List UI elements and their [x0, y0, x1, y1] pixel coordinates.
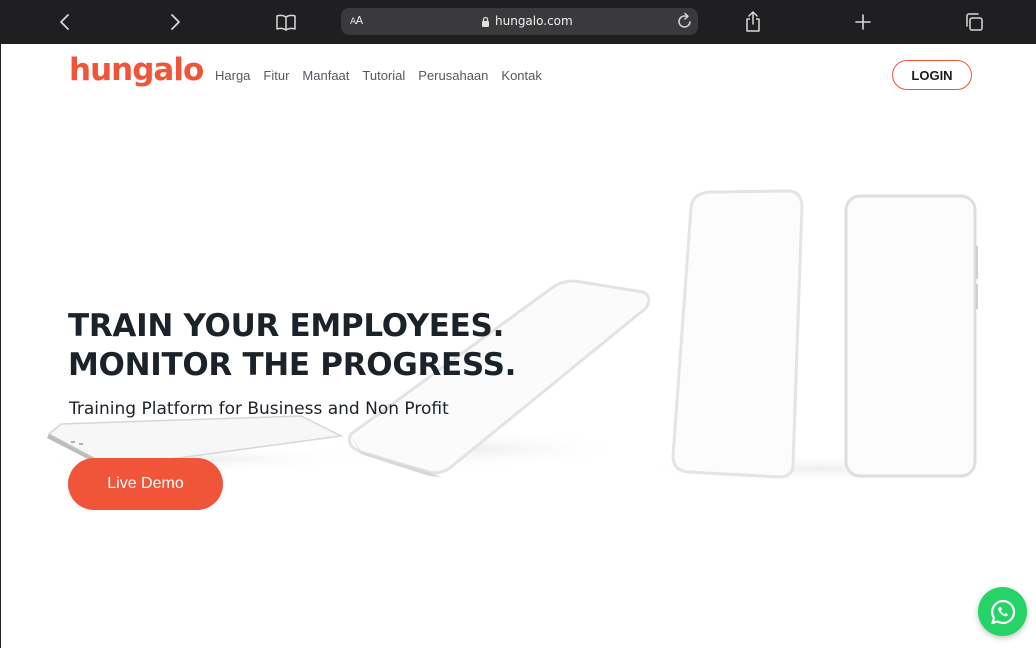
- forward-icon[interactable]: [163, 10, 187, 34]
- nav-perusahaan[interactable]: Perusahaan: [418, 68, 488, 83]
- lock-icon: [482, 16, 489, 27]
- headline-line-2: MONITOR THE PROGRESS.: [68, 347, 517, 383]
- hero-subtitle: Training Platform for Business and Non P…: [69, 399, 449, 419]
- url-field[interactable]: hungalo.com: [481, 14, 573, 28]
- hero-headline: TRAIN YOUR EMPLOYEES. MONITOR THE PROGRE…: [68, 307, 516, 385]
- phone-standing-2: [844, 194, 978, 478]
- url-text: hungalo.com: [495, 14, 573, 28]
- new-tab-icon[interactable]: [851, 10, 875, 34]
- share-icon[interactable]: [741, 10, 765, 34]
- back-icon[interactable]: [53, 10, 77, 34]
- address-bar[interactable]: AA hungalo.com: [341, 8, 698, 35]
- reload-icon[interactable]: [677, 12, 693, 34]
- reader-button[interactable]: AA: [350, 14, 363, 27]
- whatsapp-icon: [990, 599, 1015, 624]
- whatsapp-button[interactable]: [978, 587, 1027, 636]
- login-button[interactable]: LOGIN: [892, 60, 972, 90]
- nav-tutorial[interactable]: Tutorial: [362, 68, 405, 83]
- main-nav: Harga Fitur Manfaat Tutorial Perusahaan …: [215, 68, 542, 83]
- brand-logo[interactable]: hungalo: [69, 52, 204, 88]
- tabs-icon[interactable]: [962, 10, 986, 34]
- live-demo-button[interactable]: Live Demo: [68, 458, 223, 510]
- phone-standing-1: [671, 189, 804, 479]
- nav-kontak[interactable]: Kontak: [501, 68, 541, 83]
- web-page: hungalo Harga Fitur Manfaat Tutorial Per…: [0, 44, 1036, 648]
- headline-line-1: TRAIN YOUR EMPLOYEES.: [68, 308, 505, 344]
- nav-fitur[interactable]: Fitur: [263, 68, 289, 83]
- nav-harga[interactable]: Harga: [215, 68, 250, 83]
- bookmarks-icon[interactable]: [274, 10, 298, 34]
- browser-toolbar: AA hungalo.com: [0, 0, 1036, 44]
- nav-manfaat[interactable]: Manfaat: [302, 68, 349, 83]
